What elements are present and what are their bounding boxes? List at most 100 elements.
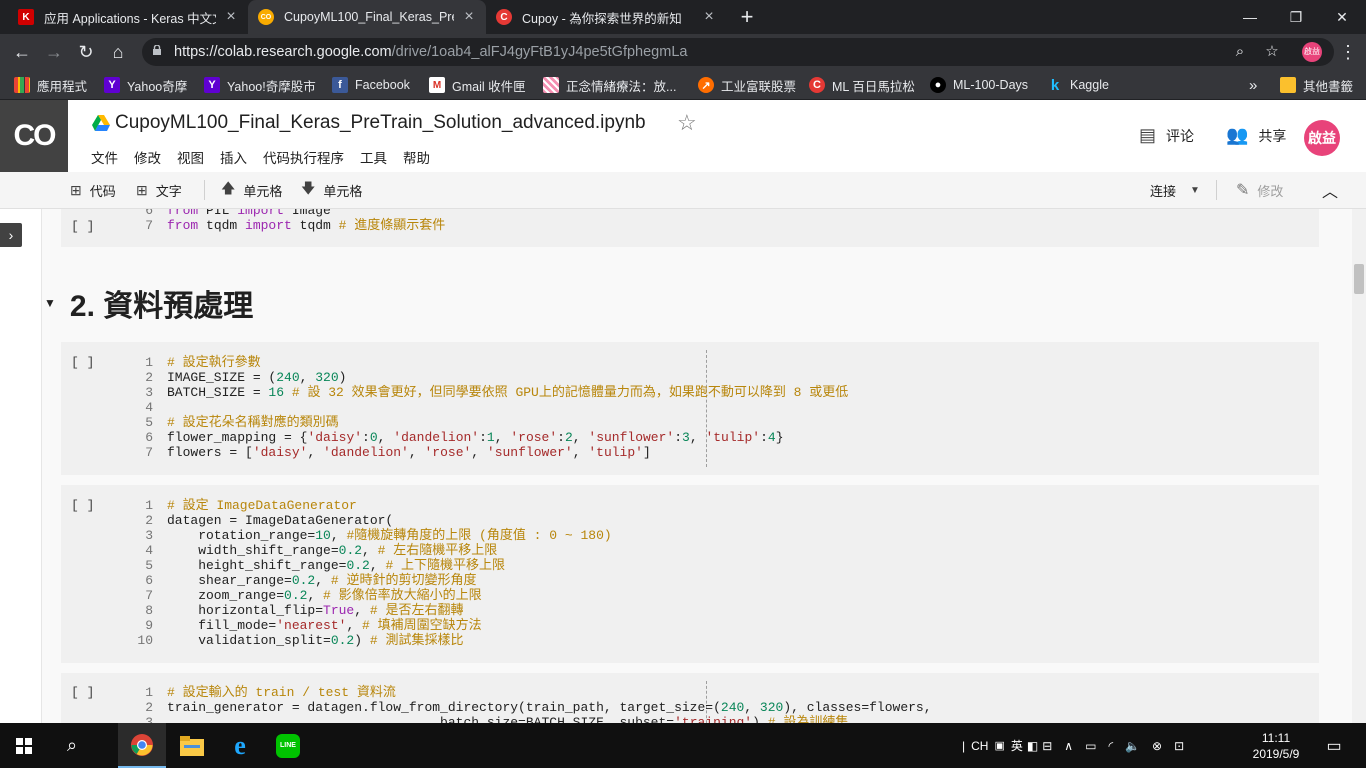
file-explorer-icon[interactable] — [168, 723, 216, 768]
user-avatar[interactable]: 啟益 — [1304, 120, 1340, 156]
line-icon[interactable]: LINE — [264, 723, 312, 768]
close-icon[interactable]: × — [462, 8, 476, 26]
address-bar[interactable]: https://colab.research.google.com/drive/… — [142, 38, 1334, 66]
home-icon[interactable]: ⌂ — [104, 38, 132, 66]
move-cell-down-button[interactable]: 🡇 单元格 — [301, 172, 362, 208]
code-cell[interactable]: [ ] 1 # 設定執行參數 2 IMAGE_SIZE = (240, 320) 3… — [61, 342, 1319, 475]
browser-toolbar: ← → ↻ ⌂ https://colab.research.google.co… — [0, 34, 1366, 70]
show-hidden-icons[interactable]: ∧ — [1064, 739, 1073, 753]
ime-mode[interactable]: 英 — [1011, 737, 1023, 754]
bookmark-ml-marathon[interactable]: C ML 百日馬拉松 — [809, 70, 915, 100]
menu-edit[interactable]: 修改 — [134, 147, 161, 167]
keras-icon: K — [18, 9, 34, 25]
comment-icon: ▤ — [1139, 125, 1157, 145]
cupoy-icon: C — [809, 77, 825, 93]
bookmarks-overflow-icon[interactable]: » — [1249, 70, 1257, 100]
menu-insert[interactable]: 插入 — [220, 147, 247, 167]
close-icon[interactable]: × — [224, 8, 238, 26]
bookmark-ml100days[interactable]: ● ML-100-Days — [930, 70, 1028, 100]
close-window-button[interactable]: ✕ — [1318, 0, 1366, 34]
edit-button[interactable]: ✎ 修改 — [1236, 172, 1283, 208]
search-icon[interactable]: ⌕ — [48, 723, 96, 768]
clock[interactable]: 11:11 2019/5/9 — [1240, 730, 1312, 762]
notifications-icon[interactable]: ▭ — [1322, 723, 1346, 768]
run-cell-button[interactable]: [ ] — [71, 685, 94, 700]
colab-toolbar: ⊞ 代码 ⊞ 文字 🡅 单元格 🡇 单元格 连接 ▼ ✎ 修改 ︿ — [0, 172, 1366, 209]
menu-runtime[interactable]: 代码执行程序 — [263, 147, 344, 167]
zoom-icon[interactable]: ⌕ — [1230, 42, 1250, 62]
status-x-icon[interactable]: ⊗ — [1152, 739, 1162, 753]
forward-icon[interactable]: → — [40, 38, 68, 66]
expand-sidebar-icon[interactable]: › — [0, 223, 22, 247]
run-cell-button[interactable]: [ ] — [71, 355, 94, 370]
menu-tools[interactable]: 工具 — [360, 147, 387, 167]
ime-settings-icon[interactable]: ▣ — [994, 739, 1004, 752]
code-cell[interactable]: [ ] 6 from PIL import Image 7 from tqdm im… — [61, 209, 1319, 247]
restore-button[interactable]: ❐ — [1272, 0, 1320, 34]
bookmark-star-icon[interactable]: ☆ — [1262, 42, 1282, 62]
run-cell-button[interactable]: [ ] — [71, 498, 94, 513]
ime-fullwidth-icon[interactable]: ◧ — [1027, 739, 1038, 753]
browser-tab-colab[interactable]: CO CupoyML100_Final_Keras_PreTr × — [248, 0, 486, 34]
colab-logo[interactable]: CO — [0, 100, 68, 172]
browser-tab-cupoy[interactable]: C Cupoy - 為你探索世界的新知 × — [486, 0, 726, 34]
bookmark-stock[interactable]: ↗ 工业富联股票 — [698, 70, 796, 100]
google-drive-icon[interactable] — [92, 115, 110, 131]
bookmark-gmail[interactable]: M Gmail 收件匣 — [429, 70, 526, 100]
code-cell[interactable]: [ ] 1 # 設定輸入的 train / test 資料流 2 train_gen… — [61, 673, 1319, 723]
dropdown-caret-icon: ▼ — [1190, 184, 1200, 196]
ime-toggle-icon[interactable]: ⊡ — [1174, 739, 1184, 753]
minimize-button[interactable]: — — [1226, 0, 1274, 34]
add-code-button[interactable]: ⊞ 代码 — [70, 172, 116, 208]
tab-title: CupoyML100_Final_Keras_PreTr — [284, 10, 454, 24]
bookmark-yahoo[interactable]: Y Yahoo奇摩 — [104, 70, 187, 100]
bookmark-yahoo-stock[interactable]: Y Yahoo!奇摩股市 — [204, 70, 316, 100]
bookmark-apps[interactable]: 應用程式 — [14, 70, 87, 100]
wifi-icon[interactable]: ◜ — [1108, 739, 1113, 753]
back-icon[interactable]: ← — [8, 38, 36, 66]
ime-language[interactable]: CH — [971, 739, 988, 753]
code-editor[interactable]: 1 # 設定輸入的 train / test 資料流 2 train_generat… — [131, 685, 931, 723]
volume-muted-icon[interactable]: 🔈 — [1125, 739, 1140, 753]
section-heading[interactable]: ▼ 2. 資料預處理 — [44, 281, 253, 325]
menu-file[interactable]: 文件 — [91, 147, 118, 167]
reload-icon[interactable]: ↻ — [72, 38, 100, 66]
share-button[interactable]: 👥 共享 — [1226, 125, 1286, 146]
move-cell-up-button[interactable]: 🡅 单元格 — [221, 172, 282, 208]
star-icon[interactable]: ☆ — [677, 110, 697, 136]
collapse-section-icon[interactable]: ▼ — [44, 296, 56, 310]
connect-button[interactable]: 连接 ▼ — [1150, 172, 1200, 208]
add-text-button[interactable]: ⊞ 文字 — [136, 172, 182, 208]
tray-separator: | — [962, 738, 966, 753]
folder-icon — [1280, 77, 1296, 93]
collapse-header-icon[interactable]: ︿ — [1322, 172, 1338, 208]
other-bookmarks[interactable]: 其他書籤 — [1280, 70, 1353, 100]
chrome-icon[interactable] — [118, 723, 166, 768]
profile-avatar[interactable]: 啟益 — [1302, 42, 1322, 62]
code-cell[interactable]: [ ] 1 # 設定 ImageDataGenerator 2 datagen = … — [61, 485, 1319, 663]
battery-icon[interactable]: ▭ — [1085, 739, 1096, 753]
menu-view[interactable]: 视图 — [177, 147, 204, 167]
windows-start-icon[interactable] — [0, 723, 48, 768]
menu-help[interactable]: 帮助 — [403, 147, 430, 167]
ie-icon[interactable]: e — [216, 723, 264, 768]
pencil-icon: ✎ — [1236, 182, 1250, 199]
run-cell-button[interactable]: [ ] — [71, 219, 94, 234]
code-editor[interactable]: 1 # 設定執行參數 2 IMAGE_SIZE = (240, 320) 3 BATC… — [131, 355, 848, 460]
new-tab-button[interactable]: + — [733, 4, 761, 30]
ime-pad-icon[interactable]: ⊟ — [1042, 739, 1052, 753]
browser-tab-keras[interactable]: K 应用 Applications - Keras 中文文 × — [8, 0, 248, 34]
bookmark-kaggle[interactable]: k Kaggle — [1047, 70, 1109, 100]
comment-button[interactable]: ▤ 评论 — [1139, 125, 1194, 146]
arrow-down-icon: 🡇 — [301, 180, 316, 196]
browser-menu-icon[interactable]: ⋮ — [1338, 38, 1358, 66]
code-editor[interactable]: 6 from PIL import Image 7 from tqdm import… — [131, 209, 445, 233]
close-icon[interactable]: × — [702, 8, 716, 26]
colab-header: CO CupoyML100_Final_Keras_PreTrain_Solut… — [0, 100, 1366, 172]
code-editor[interactable]: 1 # 設定 ImageDataGenerator 2 datagen = Imag… — [131, 498, 611, 648]
scrollbar-thumb[interactable] — [1354, 264, 1364, 294]
bookmark-mindfulness[interactable]: 正念情緒療法：放... — [543, 70, 676, 100]
plus-icon: ⊞ — [136, 181, 148, 198]
bookmark-facebook[interactable]: f Facebook — [332, 70, 410, 100]
notebook-title[interactable]: CupoyML100_Final_Keras_PreTrain_Solution… — [115, 112, 646, 134]
